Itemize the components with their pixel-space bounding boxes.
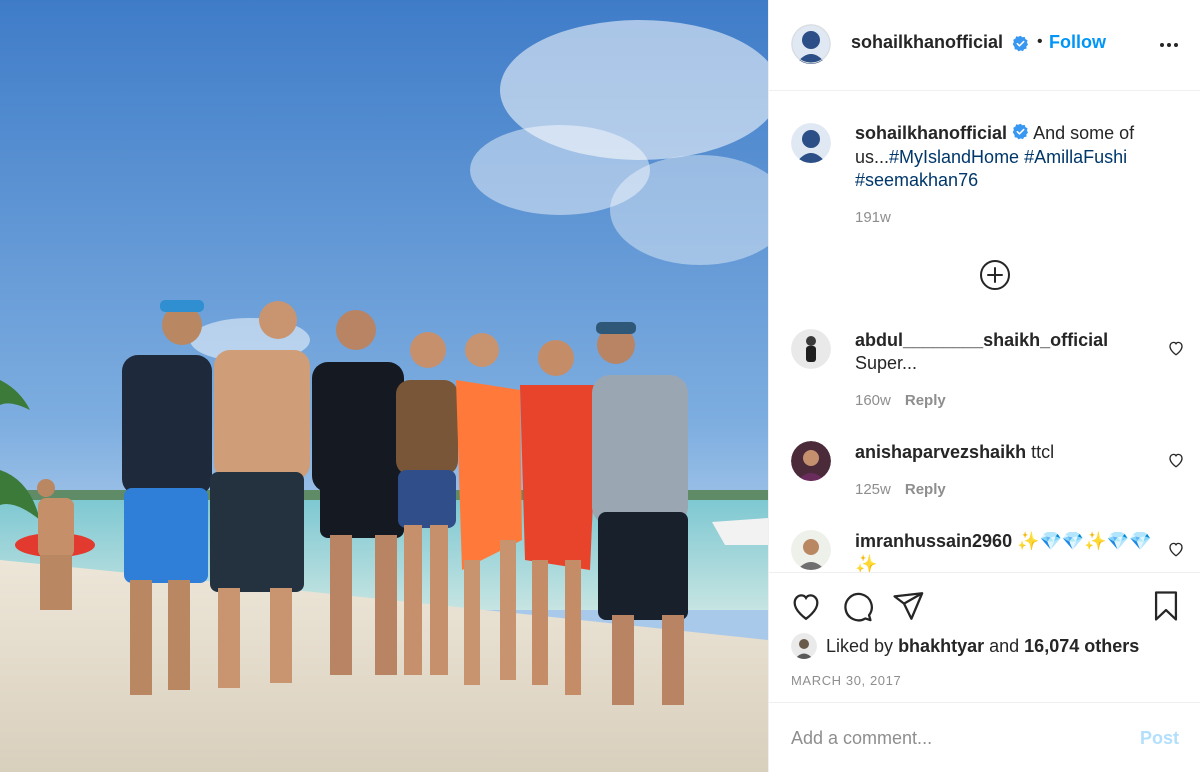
comment-timestamp[interactable]: 160w xyxy=(855,392,891,409)
verified-badge-icon xyxy=(1012,123,1029,146)
reply-button[interactable]: Reply xyxy=(905,481,946,498)
post-header: sohailkhanofficial • Follow xyxy=(769,0,1200,91)
comment-text: ttcl xyxy=(1031,442,1055,462)
comment-like-heart-icon[interactable] xyxy=(1167,339,1187,359)
plus-circle-icon[interactable] xyxy=(979,259,1011,291)
share-icon[interactable] xyxy=(891,589,925,623)
hashtag-link[interactable]: #AmillaFushi xyxy=(1024,147,1127,167)
liker-avatar[interactable] xyxy=(791,633,817,659)
likes-summary: Liked by bhakhtyar and 16,074 others xyxy=(826,636,1139,657)
post-caption: sohailkhanofficial And some of us...#MyI… xyxy=(855,122,1175,192)
likes-prefix: Liked by xyxy=(826,636,894,656)
post-actions: Liked by bhakhtyar and 16,074 others MAR… xyxy=(769,572,1200,702)
commenter-avatar[interactable] xyxy=(791,441,831,481)
caption-username[interactable]: sohailkhanofficial xyxy=(855,123,1007,143)
commenter-avatar[interactable] xyxy=(791,329,831,369)
post-side-panel: sohailkhanofficial • Follow sohailkhanof… xyxy=(768,0,1200,772)
hashtag-link[interactable]: #seemakhan76 xyxy=(855,170,978,190)
comment-username[interactable]: imranhussain2960 xyxy=(855,531,1012,551)
comment-like-heart-icon[interactable] xyxy=(1167,451,1187,471)
author-avatar[interactable] xyxy=(791,24,831,64)
comment-username[interactable]: abdul________shaikh_official xyxy=(855,330,1108,350)
likes-conjunction: and xyxy=(989,636,1020,656)
comment-input[interactable] xyxy=(791,723,1121,753)
follow-button[interactable]: Follow xyxy=(1049,32,1106,53)
post-date[interactable]: MARCH 30, 2017 xyxy=(791,673,901,688)
comment-like-heart-icon[interactable] xyxy=(1167,540,1187,560)
comment-icon[interactable] xyxy=(840,589,874,623)
comment-content: abdul________shaikh_official Super... xyxy=(855,329,1155,375)
caption-timestamp[interactable]: 191w xyxy=(855,209,891,226)
comment-timestamp[interactable]: 125w xyxy=(855,481,891,498)
comment-text: Super... xyxy=(855,353,918,373)
comment-form: Post xyxy=(769,702,1200,772)
heart-icon[interactable] xyxy=(789,589,823,623)
author-username[interactable]: sohailkhanofficial xyxy=(851,32,1003,53)
post-comment-button[interactable]: Post xyxy=(1140,728,1179,749)
separator-dot: • xyxy=(1037,33,1043,50)
comment-meta: 160w Reply xyxy=(855,392,946,409)
verified-badge-icon xyxy=(1012,35,1029,57)
bookmark-icon[interactable] xyxy=(1149,589,1183,623)
beach-group-photo xyxy=(0,0,768,772)
comment-username[interactable]: anishaparvezshaikh xyxy=(855,442,1026,462)
caption-author-avatar[interactable] xyxy=(791,123,831,163)
hashtag-link[interactable]: #MyIslandHome xyxy=(889,147,1019,167)
more-options-icon[interactable] xyxy=(1157,33,1181,57)
commenter-avatar[interactable] xyxy=(791,530,831,570)
comment-content: imranhussain2960 ✨💎💎✨💎💎 ✨ xyxy=(855,530,1155,572)
comment-content: anishaparvezshaikh ttcl xyxy=(855,441,1155,464)
comment-meta: 125w Reply xyxy=(855,481,946,498)
reply-button[interactable]: Reply xyxy=(905,392,946,409)
post-photo[interactable] xyxy=(0,0,768,772)
liker-username[interactable]: bhakhtyar xyxy=(898,636,984,656)
likes-count-link[interactable]: 16,074 others xyxy=(1024,636,1139,656)
comments-area[interactable]: sohailkhanofficial And some of us...#MyI… xyxy=(769,92,1200,572)
